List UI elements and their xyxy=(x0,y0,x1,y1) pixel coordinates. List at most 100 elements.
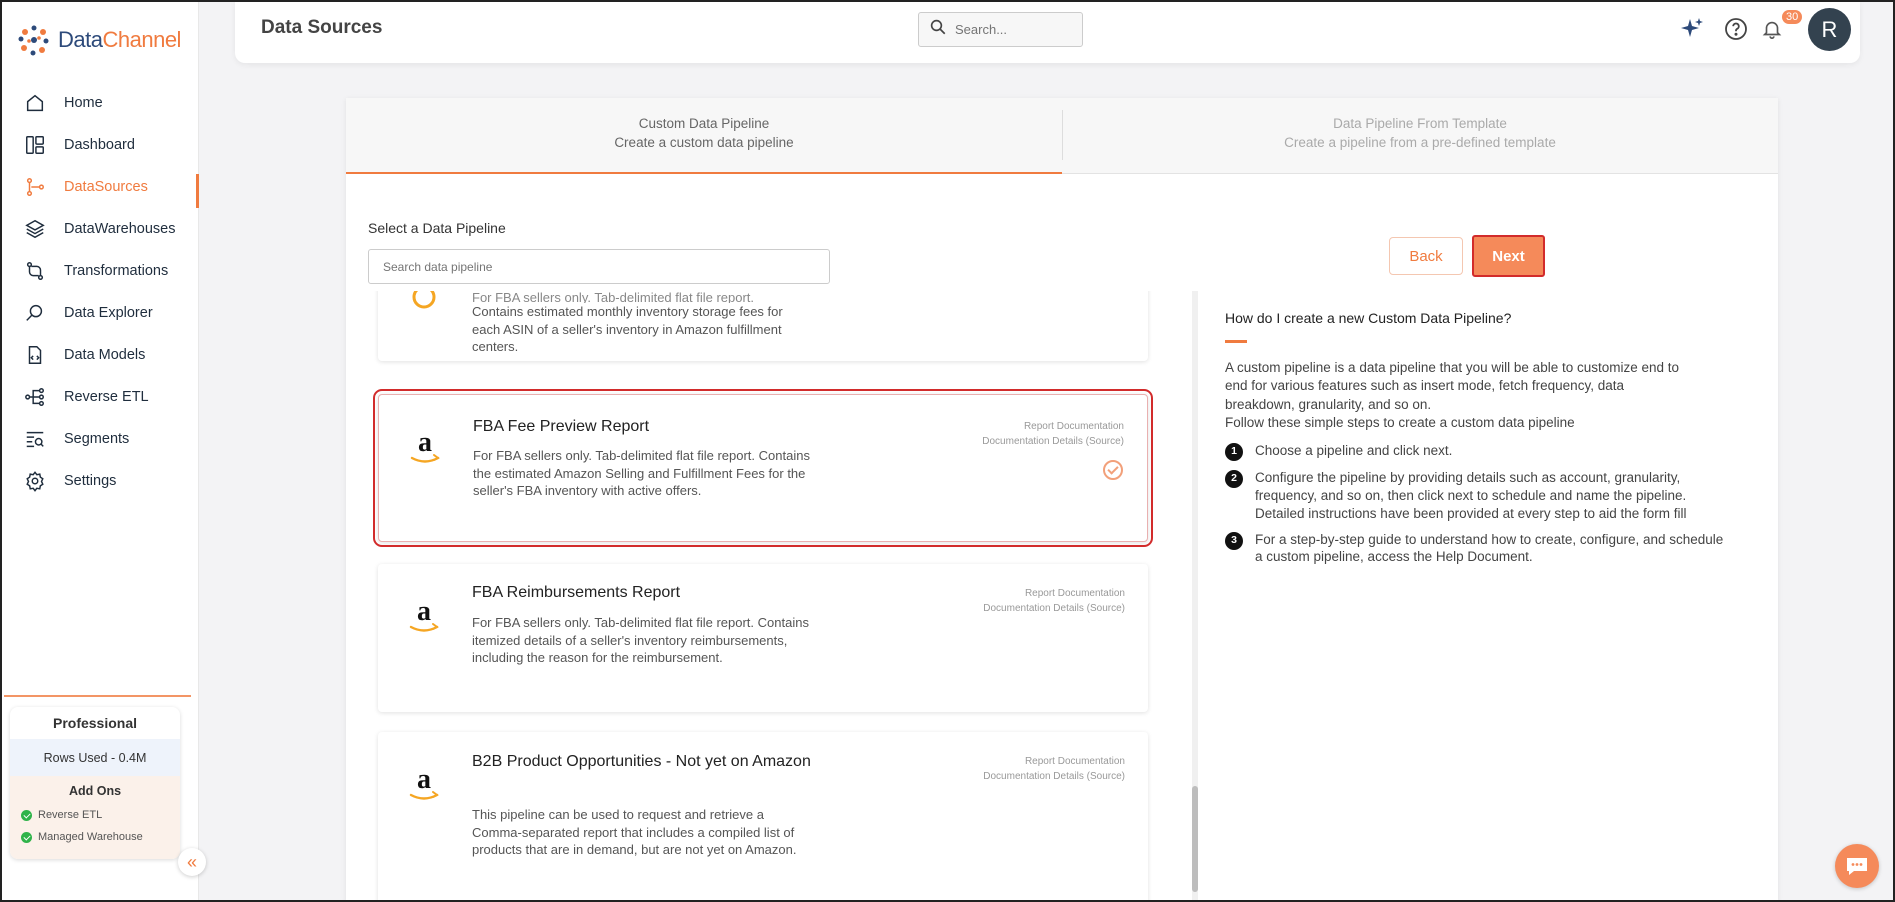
pipeline-doc-links: Report Documentation Documentation Detai… xyxy=(982,419,1124,449)
page-title: Data Sources xyxy=(261,17,383,38)
pipeline-card-b2b-opportunities[interactable]: a B2B Product Opportunities - Not yet on… xyxy=(378,732,1148,902)
pipeline-description: Contains estimated monthly inventory sto… xyxy=(472,304,783,355)
step-number: 2 xyxy=(1225,470,1243,489)
help-accent-bar xyxy=(1225,340,1247,343)
sparkle-icon xyxy=(1681,18,1703,37)
sidebar-item-reverse-etl[interactable]: Reverse ETL xyxy=(2,376,199,418)
select-pipeline-label: Select a Data Pipeline xyxy=(368,220,506,236)
plan-name: Professional xyxy=(52,715,138,731)
report-documentation-link[interactable]: Report Documentation xyxy=(983,586,1125,601)
explorer-icon xyxy=(24,302,46,324)
pipeline-card[interactable]: For FBA sellers only. Tab-delimited flat… xyxy=(378,291,1148,361)
sidebar-item-segments[interactable]: Segments xyxy=(2,418,199,460)
tab-custom-data-pipeline[interactable]: Custom Data Pipeline Create a custom dat… xyxy=(346,98,1062,174)
step-text: Choose a pipeline and click next. xyxy=(1255,443,1453,459)
global-search[interactable] xyxy=(918,12,1083,47)
chat-bubble-icon xyxy=(1847,858,1867,875)
pipeline-card-fba-reimbursements[interactable]: a FBA Reimbursements Report For FBA sell… xyxy=(378,564,1148,712)
sidebar-item-label: Data Explorer xyxy=(64,305,153,321)
logo-mark-icon xyxy=(16,22,52,58)
pipeline-card-fba-fee-preview[interactable]: a FBA Fee Preview Report For FBA sellers… xyxy=(373,389,1153,547)
amazon-logo-icon: a xyxy=(409,598,439,632)
tab-pipeline-from-template[interactable]: Data Pipeline From Template Create a pip… xyxy=(1062,98,1778,174)
help-step: 3 For a step-by-step guide to understand… xyxy=(1225,531,1725,567)
help-intro: A custom pipeline is a data pipeline tha… xyxy=(1225,360,1680,412)
sidebar-item-datasources[interactable]: DataSources xyxy=(2,166,199,208)
logo-text-data: Data xyxy=(58,27,103,52)
addons-section: Add Ons Reverse ETL Managed Warehouse xyxy=(10,776,180,859)
reverse-etl-icon xyxy=(24,386,46,408)
help-steps: 1 Choose a pipeline and click next. 2 Co… xyxy=(1225,442,1725,566)
next-button[interactable]: Next xyxy=(1472,235,1545,277)
sidebar-nav: Home Dashboard DataSources DataWarehouse… xyxy=(2,82,199,502)
svg-text:a: a xyxy=(417,766,431,795)
help-button[interactable] xyxy=(1721,14,1751,44)
sidebar-item-home[interactable]: Home xyxy=(2,82,199,124)
pipeline-tabs: Custom Data Pipeline Create a custom dat… xyxy=(346,98,1778,174)
avatar[interactable]: R xyxy=(1808,8,1851,51)
scrollbar-thumb[interactable] xyxy=(1192,786,1198,892)
pipeline-list: For FBA sellers only. Tab-delimited flat… xyxy=(368,291,1246,902)
gear-icon xyxy=(24,470,46,492)
pipeline-description: For FBA sellers only. Tab-delimited flat… xyxy=(472,615,809,666)
transform-icon xyxy=(24,260,46,282)
svg-text:a: a xyxy=(417,598,431,627)
help-step: 1 Choose a pipeline and click next. xyxy=(1225,442,1725,462)
sidebar-item-transformations[interactable]: Transformations xyxy=(2,250,199,292)
app-logo[interactable]: DataChannel xyxy=(16,22,181,58)
addon-item: Reverse ETL xyxy=(10,804,180,826)
chat-support-button[interactable] xyxy=(1835,844,1879,888)
amazon-logo-icon: a xyxy=(409,766,439,800)
sidebar-item-data-explorer[interactable]: Data Explorer xyxy=(2,292,199,334)
pipeline-search-input[interactable] xyxy=(368,249,830,284)
sidebar-item-label: Dashboard xyxy=(64,137,135,153)
svg-text:a: a xyxy=(418,429,432,458)
amazon-logo-icon xyxy=(412,291,436,309)
datasources-icon xyxy=(24,176,46,198)
pipeline-description-partial: For FBA sellers only. Tab-delimited flat… xyxy=(472,291,755,303)
notification-badge: 30 xyxy=(1782,10,1803,24)
report-documentation-link[interactable]: Report Documentation xyxy=(983,754,1125,769)
step-number: 1 xyxy=(1225,443,1243,462)
pipeline-list-scrollbar[interactable] xyxy=(1192,291,1198,902)
sidebar-item-label: Home xyxy=(64,95,103,111)
help-section: How do I create a new Custom Data Pipeli… xyxy=(1225,310,1725,574)
segments-icon xyxy=(24,428,46,450)
sidebar-item-datawarehouses[interactable]: DataWarehouses xyxy=(2,208,199,250)
pipeline-title: B2B Product Opportunities - Not yet on A… xyxy=(472,753,811,770)
search-icon xyxy=(929,18,947,41)
sidebar-item-label: Data Models xyxy=(64,347,146,363)
tab-title: Data Pipeline From Template xyxy=(1333,116,1507,131)
addon-label: Reverse ETL xyxy=(38,809,103,821)
sidebar: DataChannel Home Dashboard DataSources D… xyxy=(2,2,199,900)
help-step: 2 Configure the pipeline by providing de… xyxy=(1225,469,1725,522)
help-intro-2: Follow these simple steps to create a cu… xyxy=(1225,414,1575,430)
models-icon xyxy=(24,344,46,366)
plan-divider xyxy=(4,695,191,697)
global-search-input[interactable] xyxy=(955,22,1065,37)
sidebar-item-data-models[interactable]: Data Models xyxy=(2,334,199,376)
sidebar-item-dashboard[interactable]: Dashboard xyxy=(2,124,199,166)
pipeline-description: For FBA sellers only. Tab-delimited flat… xyxy=(473,448,810,499)
pipeline-description: This pipeline can be used to request and… xyxy=(472,807,797,858)
documentation-details-link[interactable]: Documentation Details (Source) xyxy=(983,601,1125,616)
amazon-logo-icon: a xyxy=(410,429,440,463)
pipeline-list-scroll[interactable]: For FBA sellers only. Tab-delimited flat… xyxy=(368,291,1188,902)
check-circle-icon xyxy=(21,809,32,821)
step-text: Configure the pipeline by providing deta… xyxy=(1255,470,1687,521)
tab-subtitle: Create a custom data pipeline xyxy=(614,135,794,150)
documentation-details-link[interactable]: Documentation Details (Source) xyxy=(983,769,1125,784)
ai-sparkle-button[interactable] xyxy=(1677,14,1707,44)
report-documentation-link[interactable]: Report Documentation xyxy=(982,419,1124,434)
top-header: Data Sources 30 R xyxy=(235,0,1860,63)
check-circle-icon xyxy=(21,831,32,843)
addons-title: Add Ons xyxy=(68,784,122,798)
documentation-details-link[interactable]: Documentation Details (Source) xyxy=(982,434,1124,449)
sidebar-item-label: DataSources xyxy=(64,179,148,195)
tab-subtitle: Create a pipeline from a pre-defined tem… xyxy=(1284,135,1556,150)
sidebar-item-settings[interactable]: Settings xyxy=(2,460,199,502)
bell-icon xyxy=(1762,21,1782,39)
double-chevron-left-icon: « xyxy=(186,851,197,872)
back-button[interactable]: Back xyxy=(1389,237,1463,275)
collapse-sidebar-button[interactable]: « xyxy=(178,848,206,876)
